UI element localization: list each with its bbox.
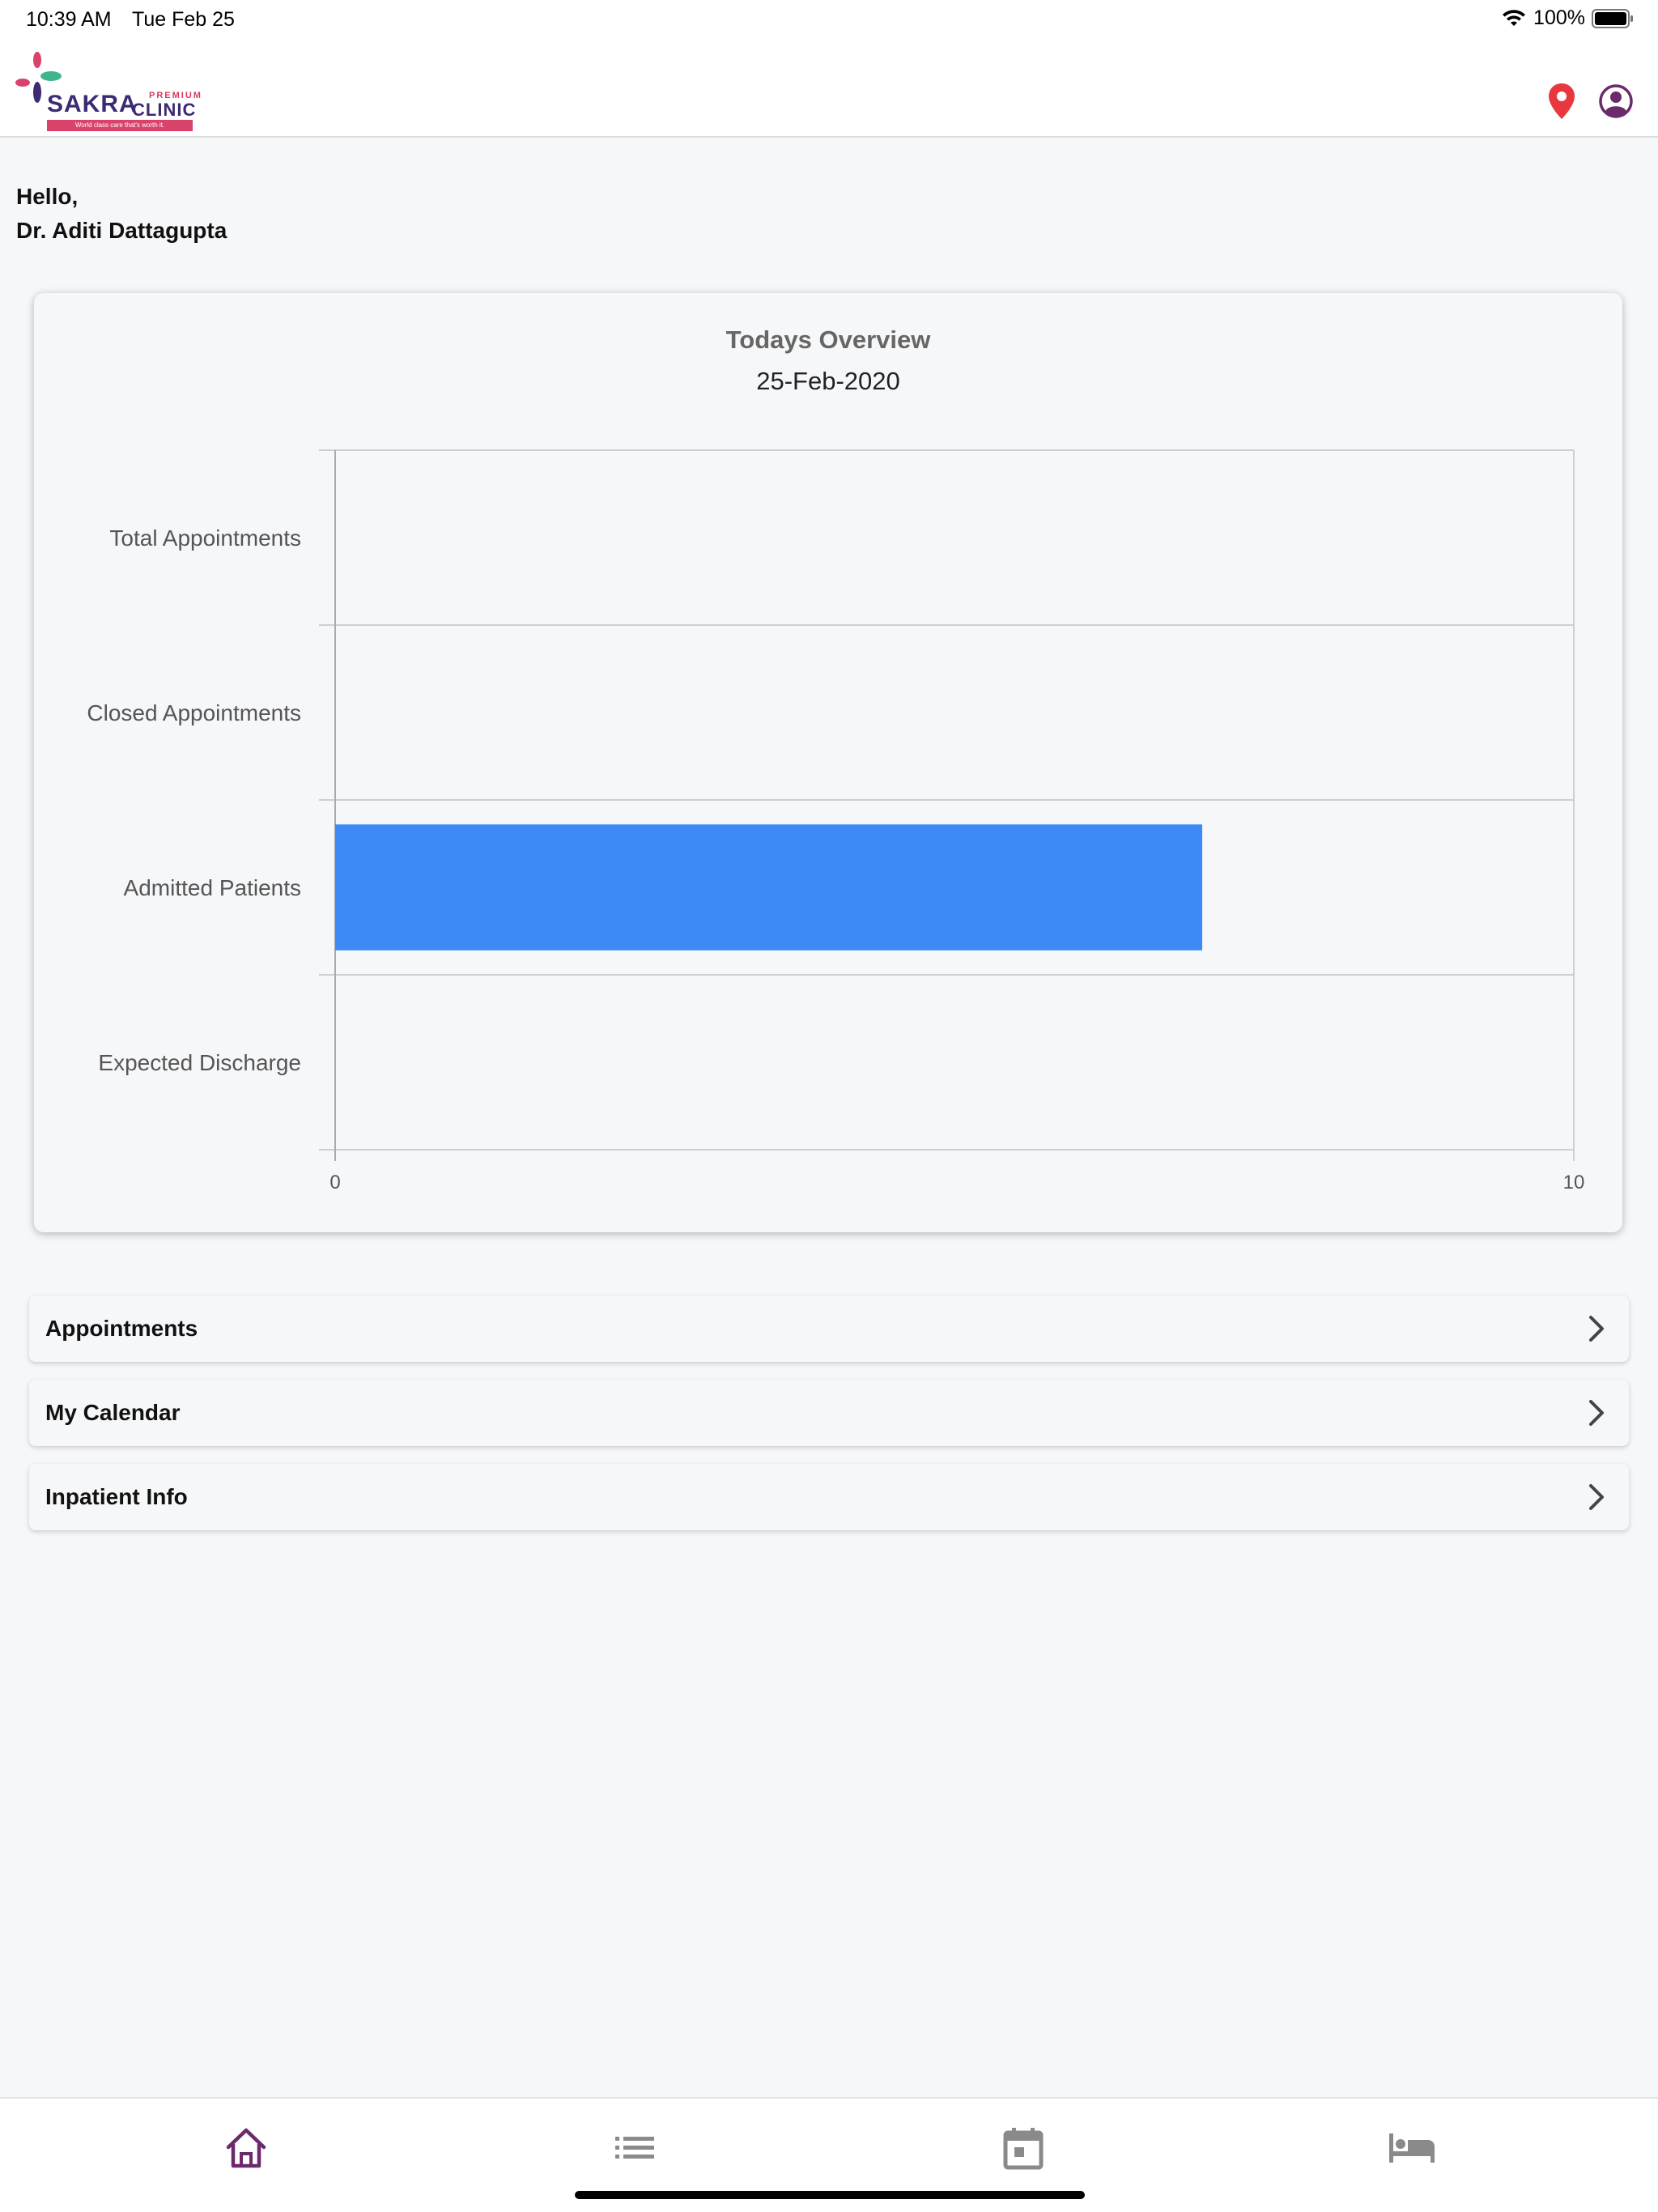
calendar-icon bbox=[1003, 2128, 1044, 2170]
sakra-logo[interactable]: SAKRA PREMIUM CLINIC World class care th… bbox=[15, 50, 201, 131]
logo-clinic: CLINIC bbox=[132, 100, 197, 120]
tab-calendar[interactable] bbox=[991, 2120, 1056, 2176]
category-label: Admitted Patients bbox=[124, 875, 301, 900]
home-icon bbox=[226, 2128, 266, 2168]
chart-subtitle: 25-Feb-2020 bbox=[756, 367, 900, 395]
doctor-name: Dr. Aditi Dattagupta bbox=[16, 218, 227, 243]
location-pin-icon[interactable] bbox=[1548, 83, 1575, 124]
menu-inpatient-info[interactable]: Inpatient Info bbox=[29, 1464, 1629, 1530]
menu-inpatient-info-label: Inpatient Info bbox=[45, 1484, 188, 1509]
status-indicators: 100% bbox=[1501, 6, 1634, 30]
home-indicator[interactable] bbox=[575, 2191, 1085, 2199]
screen: 10:39 AM Tue Feb 25 100% SAKRA PREMIUM C… bbox=[0, 0, 1658, 2212]
bar-admitted-patients bbox=[335, 824, 1202, 951]
todays-overview-card: Todays Overview 25-Feb-2020 Total Appoin… bbox=[34, 293, 1622, 1232]
status-bar: 10:39 AM Tue Feb 25 100% bbox=[0, 0, 1658, 39]
app-header: SAKRA PREMIUM CLINIC World class care th… bbox=[0, 39, 1658, 138]
bed-icon bbox=[1389, 2133, 1435, 2163]
menu-my-calendar-label: My Calendar bbox=[45, 1400, 181, 1425]
header-actions bbox=[1548, 83, 1634, 124]
chart-bars bbox=[335, 824, 1202, 951]
greeting: Hello, Dr. Aditi Dattagupta bbox=[16, 180, 227, 248]
x-tick-label: 10 bbox=[1563, 1172, 1585, 1193]
x-tick-label: 0 bbox=[329, 1172, 340, 1193]
wifi-icon bbox=[1501, 9, 1527, 28]
menu-appointments[interactable]: Appointments bbox=[29, 1295, 1629, 1362]
chevron-right-icon bbox=[1580, 1397, 1613, 1429]
menu-appointments-label: Appointments bbox=[45, 1316, 198, 1341]
chevron-right-icon bbox=[1580, 1481, 1613, 1513]
status-date: Tue Feb 25 bbox=[132, 8, 235, 31]
category-label: Expected Discharge bbox=[98, 1050, 301, 1075]
chart-grid bbox=[319, 449, 1575, 1161]
list-icon bbox=[615, 2137, 654, 2159]
profile-icon[interactable] bbox=[1598, 83, 1634, 123]
tab-home[interactable] bbox=[214, 2120, 278, 2176]
greeting-hello: Hello, bbox=[16, 184, 79, 209]
tab-inpatient[interactable] bbox=[1380, 2120, 1444, 2176]
tab-list[interactable] bbox=[602, 2120, 667, 2176]
chart-category-labels: Total Appointments Closed Appointments Adm… bbox=[87, 525, 301, 1075]
logo-tagline: World class care that's worth it. bbox=[47, 120, 193, 131]
logo-brand: SAKRA bbox=[47, 91, 138, 117]
menu-my-calendar[interactable]: My Calendar bbox=[29, 1380, 1629, 1446]
battery-icon bbox=[1592, 8, 1634, 29]
status-time: 10:39 AM bbox=[26, 8, 112, 31]
chart-title: Todays Overview bbox=[726, 325, 932, 354]
category-label: Total Appointments bbox=[109, 525, 301, 551]
chart-x-ticks: 0 10 bbox=[329, 1172, 1584, 1193]
battery-percent: 100% bbox=[1533, 6, 1585, 29]
overview-chart: Todays Overview 25-Feb-2020 Total Appoin… bbox=[87, 325, 1584, 1193]
category-label: Closed Appointments bbox=[87, 700, 301, 725]
chevron-right-icon bbox=[1580, 1312, 1613, 1345]
